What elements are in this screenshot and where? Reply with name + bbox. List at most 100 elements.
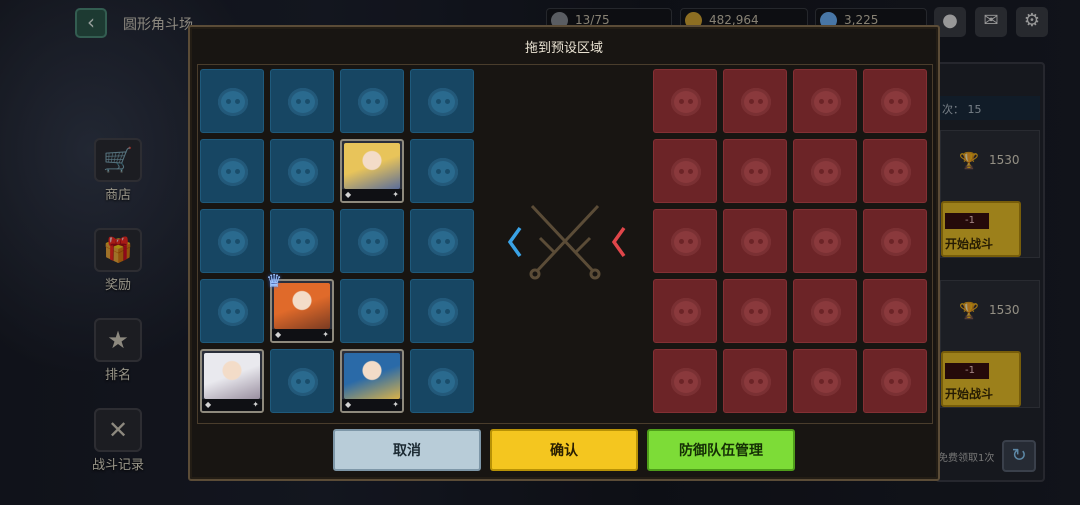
empty-slot-icon — [288, 228, 318, 256]
enemy-empty-slot — [793, 69, 857, 133]
empty-slot-icon — [218, 298, 248, 326]
ally-empty-slot[interactable] — [200, 279, 264, 343]
hero-portrait — [274, 283, 330, 329]
enemy-empty-slot — [863, 279, 927, 343]
ally-empty-slot[interactable] — [340, 209, 404, 273]
enemy-empty-slot — [863, 209, 927, 273]
leader-crown-icon: ♛ — [266, 271, 283, 292]
ally-empty-slot[interactable] — [410, 279, 474, 343]
empty-slot-icon — [741, 228, 771, 256]
empty-slot-icon — [881, 298, 911, 326]
class-icon: ◆ — [275, 330, 282, 339]
enemy-empty-slot — [793, 279, 857, 343]
ally-empty-slot[interactable] — [200, 139, 264, 203]
enemy-empty-slot — [793, 139, 857, 203]
enemy-empty-slot — [793, 209, 857, 273]
empty-slot-icon — [881, 158, 911, 186]
enemy-empty-slot — [863, 69, 927, 133]
empty-slot-icon — [741, 368, 771, 396]
element-icon: ✦ — [322, 330, 329, 339]
enemy-empty-slot — [723, 69, 787, 133]
enemy-empty-slot — [653, 209, 717, 273]
empty-slot-icon — [671, 158, 701, 186]
ally-empty-slot[interactable] — [410, 139, 474, 203]
empty-slot-icon — [811, 368, 841, 396]
white-hair-sage-hero[interactable]: ◆ ✦ — [200, 349, 264, 413]
empty-slot-icon — [741, 298, 771, 326]
ally-empty-slot[interactable] — [270, 69, 334, 133]
cancel-button[interactable]: 取消 — [333, 429, 481, 471]
enemy-empty-slot — [793, 349, 857, 413]
ally-empty-slot[interactable] — [200, 69, 264, 133]
empty-slot-icon — [881, 88, 911, 116]
empty-slot-icon — [428, 88, 458, 116]
empty-slot-icon — [218, 228, 248, 256]
defense-team-button[interactable]: 防御队伍管理 — [647, 429, 795, 471]
empty-slot-icon — [428, 228, 458, 256]
ally-empty-slot[interactable] — [410, 209, 474, 273]
empty-slot-icon — [358, 88, 388, 116]
ally-empty-slot[interactable] — [270, 139, 334, 203]
empty-slot-icon — [881, 228, 911, 256]
enemy-empty-slot — [863, 139, 927, 203]
ally-empty-slot[interactable] — [200, 209, 264, 273]
enemy-arrow-icon — [611, 226, 626, 258]
empty-slot-icon — [671, 298, 701, 326]
ally-empty-slot[interactable] — [340, 69, 404, 133]
empty-slot-icon — [811, 228, 841, 256]
enemy-empty-slot — [653, 279, 717, 343]
empty-slot-icon — [881, 368, 911, 396]
class-icon: ◆ — [345, 400, 352, 409]
empty-slot-icon — [741, 88, 771, 116]
element-icon: ✦ — [392, 400, 399, 409]
enemy-empty-slot — [653, 69, 717, 133]
enemy-empty-slot — [723, 209, 787, 273]
empty-slot-icon — [288, 158, 318, 186]
empty-slot-icon — [428, 298, 458, 326]
crossed-swords-icon — [507, 204, 626, 280]
enemy-empty-slot — [863, 349, 927, 413]
blonde-knight-hero[interactable]: ◆ ✦ — [340, 139, 404, 203]
empty-slot-icon — [811, 88, 841, 116]
blue-hair-priestess-hero[interactable]: ◆ ✦ — [340, 349, 404, 413]
hero-class-icons: ◆ ✦ — [202, 399, 262, 411]
dialog-title: 拖到预设区域 — [524, 41, 603, 56]
ally-arrow-icon — [507, 226, 522, 258]
element-icon: ✦ — [392, 190, 399, 199]
enemy-formation-grid — [653, 69, 927, 413]
ally-formation-grid: ◆ ✦ ◆ ✦ ◆ ✦ ◆ ✦ — [200, 69, 474, 413]
empty-slot-icon — [358, 228, 388, 256]
element-icon: ✦ — [252, 400, 259, 409]
enemy-empty-slot — [723, 139, 787, 203]
class-icon: ◆ — [345, 190, 352, 199]
enemy-empty-slot — [723, 349, 787, 413]
empty-slot-icon — [811, 298, 841, 326]
empty-slot-icon — [288, 368, 318, 396]
class-icon: ◆ — [205, 400, 212, 409]
hero-portrait — [204, 353, 260, 399]
empty-slot-icon — [671, 88, 701, 116]
empty-slot-icon — [218, 158, 248, 186]
hero-portrait — [344, 353, 400, 399]
ally-empty-slot[interactable] — [410, 69, 474, 133]
ally-empty-slot[interactable] — [410, 349, 474, 413]
hero-class-icons: ◆ ✦ — [342, 189, 402, 201]
ally-empty-slot[interactable] — [340, 279, 404, 343]
empty-slot-icon — [358, 298, 388, 326]
hero-class-icons: ◆ ✦ — [272, 329, 332, 341]
hero-class-icons: ◆ ✦ — [342, 399, 402, 411]
ally-empty-slot[interactable] — [270, 209, 334, 273]
empty-slot-icon — [671, 228, 701, 256]
empty-slot-icon — [671, 368, 701, 396]
empty-slot-icon — [428, 368, 458, 396]
ally-empty-slot[interactable] — [270, 349, 334, 413]
empty-slot-icon — [811, 158, 841, 186]
enemy-empty-slot — [653, 139, 717, 203]
empty-slot-icon — [741, 158, 771, 186]
empty-slot-icon — [288, 88, 318, 116]
empty-slot-icon — [428, 158, 458, 186]
confirm-button[interactable]: 确认 — [490, 429, 638, 471]
hero-portrait — [344, 143, 400, 189]
enemy-empty-slot — [723, 279, 787, 343]
enemy-empty-slot — [653, 349, 717, 413]
